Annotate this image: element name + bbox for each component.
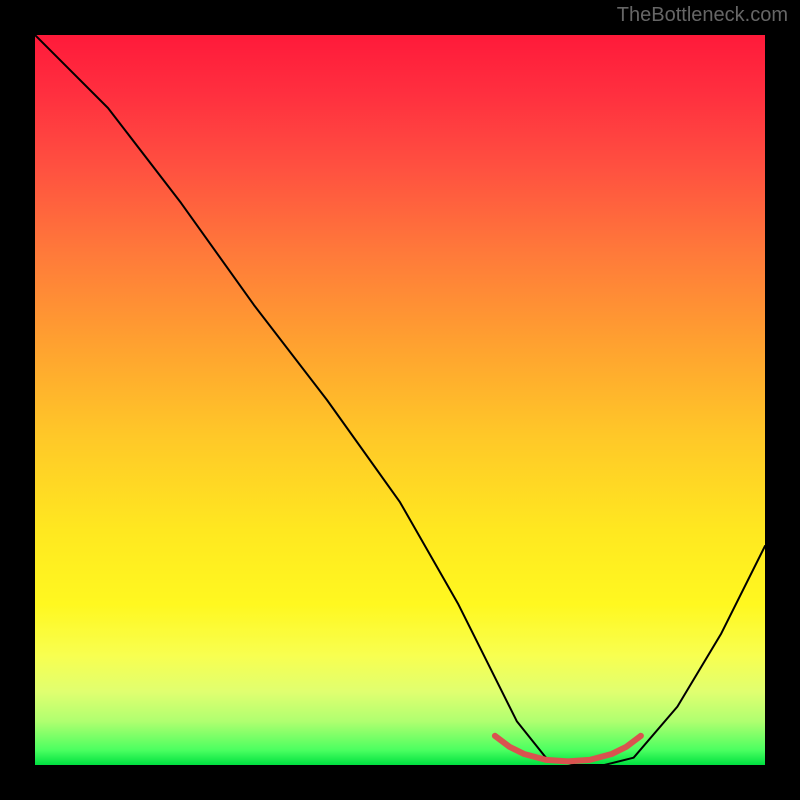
chart-svg — [35, 35, 765, 765]
optimal-zone-path — [495, 736, 641, 762]
plot-area — [35, 35, 765, 765]
bottleneck-curve-path — [35, 35, 765, 765]
watermark-text: TheBottleneck.com — [617, 4, 788, 27]
